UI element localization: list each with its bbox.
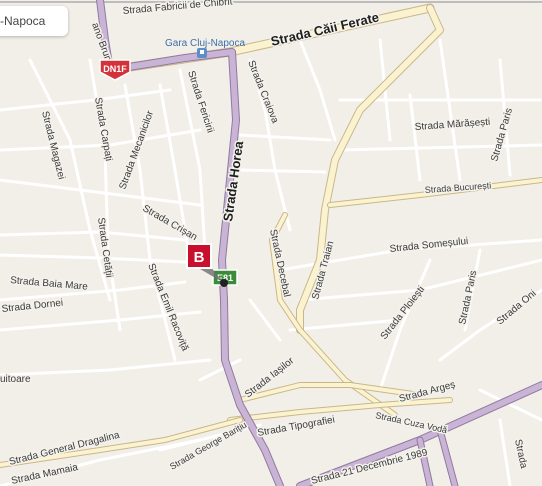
search-text: -Napoca [0,14,46,28]
station-label: Gara Cluj-Napoca [165,38,245,49]
train-station-icon-glyph [200,50,204,54]
search-input[interactable]: -Napoca [0,6,68,36]
map-canvas: Strada Fabricii de Chibrit ano Bruno Str… [0,0,542,486]
marker-label: B [194,249,205,266]
street-label: uitoare [0,374,31,385]
map-view[interactable]: Strada Fabricii de Chibrit ano Bruno Str… [0,0,542,486]
marker-dot-icon [220,279,228,287]
shield-label: DN1F [103,64,127,74]
